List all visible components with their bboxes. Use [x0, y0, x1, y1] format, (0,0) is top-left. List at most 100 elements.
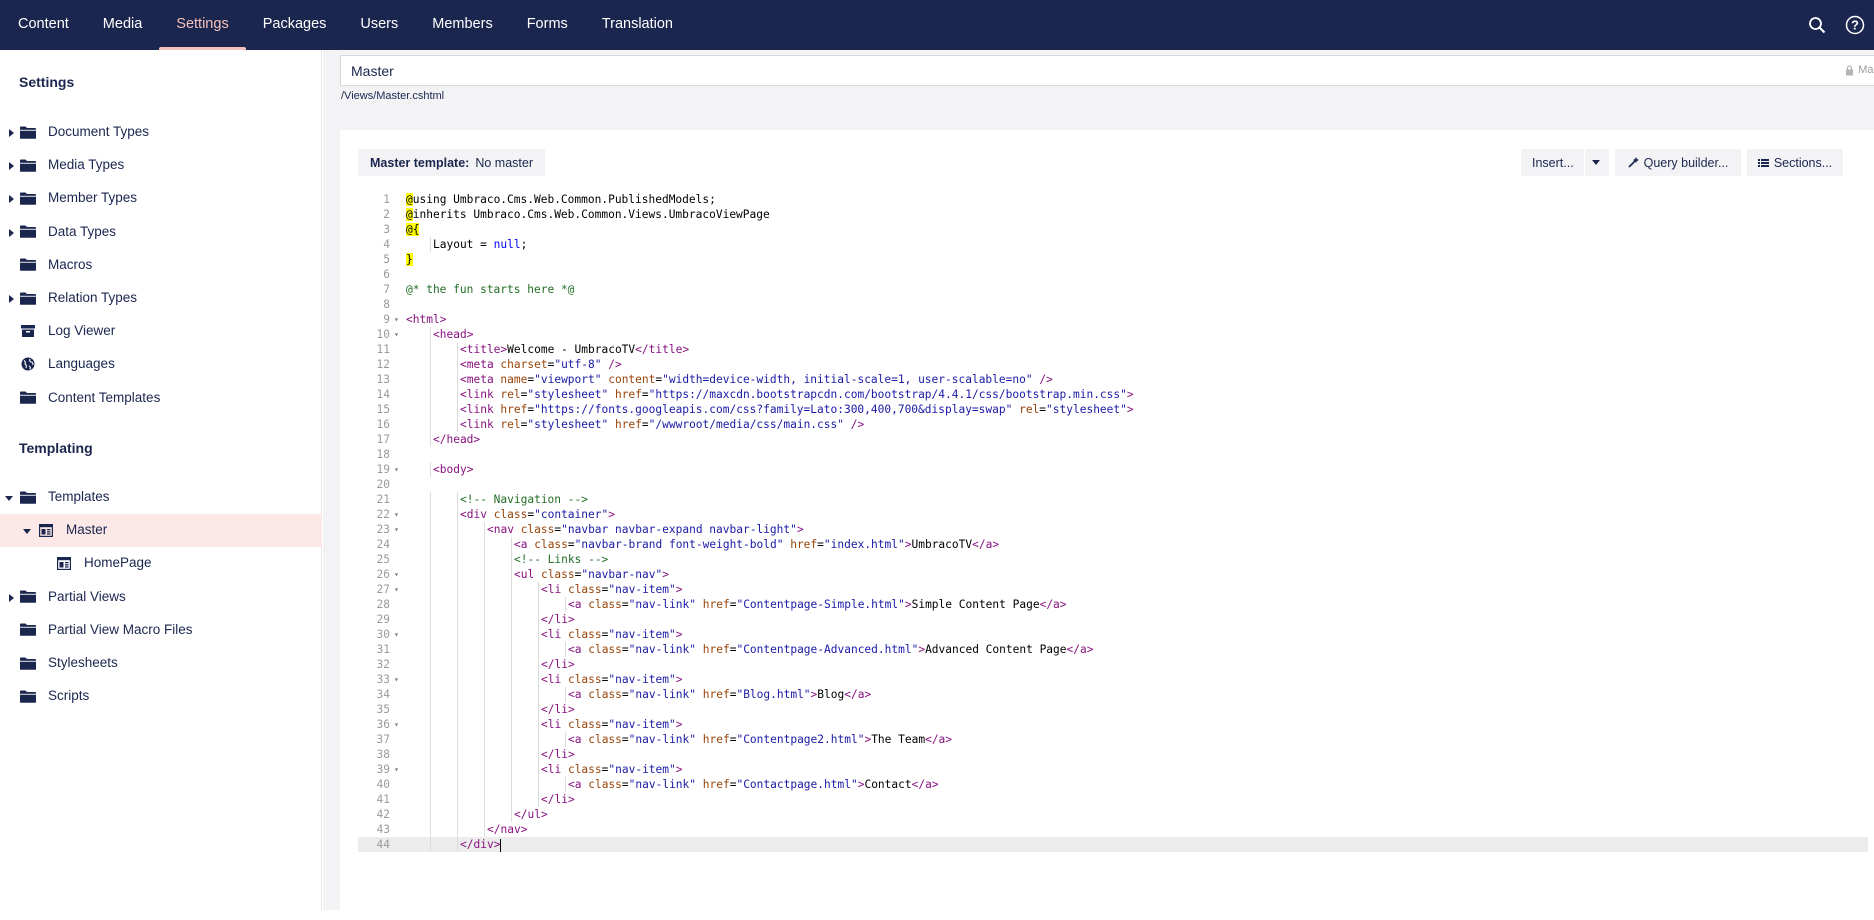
tree-item-member-types[interactable]: Member Types — [0, 182, 322, 215]
code-line[interactable]: 27 ▾ <li class="nav-item"> — [358, 582, 1868, 597]
code-line[interactable]: 33 ▾ <li class="nav-item"> — [358, 672, 1868, 687]
query-builder-button[interactable]: Query builder... — [1615, 149, 1741, 176]
code-line[interactable]: 40 <a class="nav-link" href="Contactpage.… — [358, 777, 1868, 792]
code-line[interactable]: 11 <title>Welcome - UmbracoTV</title> — [358, 342, 1868, 357]
tab-members[interactable]: Members — [415, 0, 509, 50]
fold-caret-icon[interactable]: ▾ — [394, 672, 399, 687]
alias-lock[interactable]: Mas — [1845, 64, 1874, 76]
code-line[interactable]: 17 </head> — [358, 432, 1868, 447]
code-line[interactable]: 24 <a class="navbar-brand font-weight-bol… — [358, 537, 1868, 552]
tab-settings[interactable]: Settings — [159, 0, 247, 50]
tab-users[interactable]: Users — [343, 0, 415, 50]
tab-translation[interactable]: Translation — [585, 0, 690, 50]
fold-caret-icon[interactable]: ▾ — [394, 762, 399, 777]
tree-item-templates[interactable]: Templates — [0, 481, 322, 514]
code-line[interactable]: 26 ▾ <ul class="navbar-nav"> — [358, 567, 1868, 582]
code-line[interactable]: 36 ▾ <li class="nav-item"> — [358, 717, 1868, 732]
tab-media[interactable]: Media — [86, 0, 160, 50]
code-line[interactable]: 19 ▾ <body> — [358, 462, 1868, 477]
caret-right-icon[interactable] — [6, 294, 16, 304]
tree-item-macros[interactable]: Macros — [0, 249, 322, 282]
code-line[interactable]: 31 <a class="nav-link" href="Contentpage-… — [358, 642, 1868, 657]
fold-caret-icon[interactable]: ▾ — [394, 522, 399, 537]
tree-item-master[interactable]: Master — [0, 514, 322, 548]
caret-right-icon[interactable] — [6, 593, 16, 603]
code-line[interactable]: 22 ▾ <div class="container"> — [358, 507, 1868, 522]
code-line[interactable]: 25 <!-- Links --> — [358, 552, 1868, 567]
fold-caret-icon[interactable]: ▾ — [394, 327, 399, 342]
help-icon[interactable]: ? — [1836, 0, 1874, 50]
code-line[interactable]: 15 <link href="https://fonts.googleapis.c… — [358, 402, 1868, 417]
tree-item-media-types[interactable]: Media Types — [0, 149, 322, 182]
caret-right-icon[interactable] — [6, 161, 16, 171]
caret-right-icon[interactable] — [6, 228, 16, 238]
code-line[interactable]: 12 <meta charset="utf-8" /> — [358, 357, 1868, 372]
tree-item-relation-types[interactable]: Relation Types — [0, 282, 322, 315]
code-line[interactable]: 34 <a class="nav-link" href="Blog.html">B… — [358, 687, 1868, 702]
tab-forms[interactable]: Forms — [510, 0, 585, 50]
tree-item-stylesheets[interactable]: Stylesheets — [0, 647, 322, 680]
tree-item-log-viewer[interactable]: Log Viewer — [0, 315, 322, 348]
master-template-selector[interactable]: Master template: No master — [358, 149, 545, 176]
code-line[interactable]: 29 </li> — [358, 612, 1868, 627]
tab-packages[interactable]: Packages — [246, 0, 344, 50]
code-line[interactable]: 28 <a class="nav-link" href="Contentpage-… — [358, 597, 1868, 612]
code-line[interactable]: 4 Layout = null; — [358, 237, 1868, 252]
code-line[interactable]: 16 <link rel="stylesheet" href="/wwwroot/… — [358, 417, 1868, 432]
code-line[interactable]: 23 ▾ <nav class="navbar navbar-expand navb… — [358, 522, 1868, 537]
tree-item-homepage[interactable]: HomePage — [0, 547, 322, 580]
tree-item-partial-view-macro-files[interactable]: Partial View Macro Files — [0, 614, 322, 647]
code-line[interactable]: 14 <link rel="stylesheet" href="https://m… — [358, 387, 1868, 402]
code-line[interactable]: 20 — [358, 477, 1868, 492]
tree-item-languages[interactable]: Languages — [0, 348, 322, 381]
code-line[interactable]: 2 @inherits Umbraco.Cms.Web.Common.Views.… — [358, 207, 1868, 222]
fold-caret-icon[interactable]: ▾ — [394, 582, 399, 597]
code-line[interactable]: 18 — [358, 447, 1868, 462]
fold-caret-icon[interactable]: ▾ — [394, 507, 399, 522]
code-line[interactable]: 6 — [358, 267, 1868, 282]
fold-caret-icon[interactable]: ▾ — [394, 312, 399, 327]
code-line[interactable]: 10 ▾ <head> — [358, 327, 1868, 342]
fold-caret-icon[interactable]: ▾ — [394, 567, 399, 582]
code-line[interactable]: 42 </ul> — [358, 807, 1868, 822]
sections-button[interactable]: Sections... — [1747, 149, 1843, 176]
line-number: 11 — [376, 343, 390, 356]
code-line[interactable]: 13 <meta name="viewport" content="width=d… — [358, 372, 1868, 387]
code-line[interactable]: 3 @{ — [358, 222, 1868, 237]
code-line[interactable]: 9 ▾ <html> — [358, 312, 1868, 327]
template-name-field[interactable]: Master Mas — [340, 55, 1874, 86]
fold-caret-icon[interactable]: ▾ — [394, 462, 399, 477]
code-line[interactable]: 32 </li> — [358, 657, 1868, 672]
insert-button[interactable]: Insert... — [1521, 149, 1609, 176]
caret-right-icon[interactable] — [6, 194, 16, 204]
code-line[interactable]: 35 </li> — [358, 702, 1868, 717]
tree-item-scripts[interactable]: Scripts — [0, 680, 322, 713]
code-line[interactable]: 1 @using Umbraco.Cms.Web.Common.Published… — [358, 192, 1868, 207]
code-line[interactable]: 5} — [358, 252, 1868, 267]
tree-item-document-types[interactable]: Document Types — [0, 116, 322, 149]
caret-right-icon[interactable] — [6, 128, 16, 138]
code-text: </nav> — [487, 823, 528, 836]
fold-caret-icon[interactable]: ▾ — [394, 717, 399, 732]
code-line[interactable]: 44 </div> — [358, 837, 1868, 852]
search-icon[interactable] — [1798, 0, 1836, 50]
fold-caret-icon[interactable]: ▾ — [394, 627, 399, 642]
caret-down-icon[interactable] — [22, 526, 32, 536]
caret-down-icon[interactable] — [1585, 160, 1607, 165]
caret-down-icon[interactable] — [4, 493, 14, 503]
code-line[interactable]: 30 ▾ <li class="nav-item"> — [358, 627, 1868, 642]
code-line[interactable]: 37 <a class="nav-link" href="Contentpage2… — [358, 732, 1868, 747]
indent-guide — [511, 567, 512, 582]
code-line[interactable]: 38 </li> — [358, 747, 1868, 762]
code-line[interactable]: 43 </nav> — [358, 822, 1868, 837]
code-line[interactable]: 41 </li> — [358, 792, 1868, 807]
code-line[interactable]: 39 ▾ <li class="nav-item"> — [358, 762, 1868, 777]
tree-item-content-templates[interactable]: Content Templates — [0, 382, 322, 415]
code-line[interactable]: 8 — [358, 297, 1868, 312]
tree-item-partial-views[interactable]: Partial Views — [0, 581, 322, 614]
code-line[interactable]: 21 <!-- Navigation --> — [358, 492, 1868, 507]
tree-item-data-types[interactable]: Data Types — [0, 216, 322, 249]
code-line[interactable]: 7 @* the fun starts here *@ — [358, 282, 1868, 297]
code-editor[interactable]: 1 @using Umbraco.Cms.Web.Common.Published… — [358, 192, 1868, 852]
tab-content[interactable]: Content — [0, 0, 86, 50]
